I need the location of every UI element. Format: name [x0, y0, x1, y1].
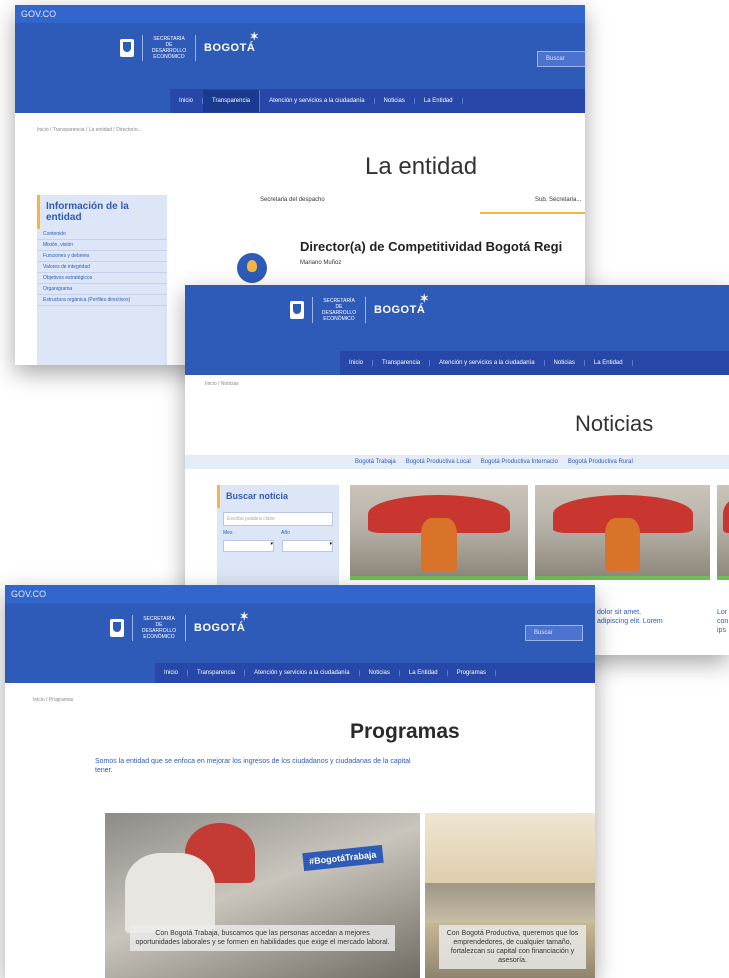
screenshot-programas: GOV.CO SECRETARÍA DE DESARROLLO ECONÓMIC…: [5, 585, 595, 978]
news-image[interactable]: [535, 485, 710, 580]
star-icon: ✶: [419, 293, 430, 305]
filter-productiva-local[interactable]: Bogotá Productiva Local: [406, 459, 471, 465]
secretaria-logo[interactable]: SECRETARÍA DE DESARROLLO ECONÓMICO: [151, 36, 187, 60]
site-header: SECRETARÍA DE DESARROLLO ECONÓMICO BOGOT…: [15, 23, 585, 113]
month-select[interactable]: ▾: [223, 540, 274, 552]
main-nav: Inicio Transparencia Atención y servicio…: [155, 663, 595, 683]
star-icon: ✶: [239, 611, 250, 623]
city-photo: [425, 883, 595, 923]
filter-bar: Bogotá Trabaja Bogotá Productiva Local B…: [185, 455, 729, 469]
program-description: Con Bogotá Trabaja, buscamos que las per…: [130, 925, 395, 951]
breadcrumb[interactable]: Inicio / Programas: [33, 697, 73, 703]
header-logos: SECRETARÍA DE DESARROLLO ECONÓMICO BOGOT…: [110, 611, 249, 641]
nav-item-entidad[interactable]: La Entidad: [585, 360, 633, 366]
escudo-icon: [290, 301, 304, 319]
tab-underline: [480, 212, 585, 214]
search-input[interactable]: Buscar: [525, 625, 583, 641]
nav-item-transparencia[interactable]: Transparencia: [373, 360, 431, 366]
star-icon: ✶: [249, 31, 260, 43]
secretaria-logo[interactable]: SECRETARÍA DE DESARROLLO ECONÓMICO: [141, 616, 177, 640]
year-select[interactable]: ▾: [282, 540, 333, 552]
govco-bar[interactable]: GOV.CO: [15, 5, 585, 23]
nav-item-programas[interactable]: Programas: [448, 670, 496, 676]
nav-item-transparencia[interactable]: Transparencia: [203, 90, 261, 112]
nav-item-entidad[interactable]: La Entidad: [415, 98, 463, 104]
tab-subsecretaria[interactable]: Sub. Secretaria...: [535, 197, 581, 203]
header-logos: SECRETARÍA DE DESARROLLO ECONÓMICO BOGOT…: [120, 31, 259, 61]
main-nav: Inicio Transparencia Atención y servicio…: [170, 89, 585, 113]
sidebar-item[interactable]: Organigrama: [37, 284, 167, 295]
site-header: SECRETARÍA DE DESARROLLO ECONÓMICO BOGOT…: [185, 285, 729, 375]
breadcrumb[interactable]: Inicio / Noticias: [205, 381, 239, 387]
filter-productiva-internacional[interactable]: Bogotá Productiva Internacio: [481, 459, 558, 465]
worker-photo: [125, 853, 215, 933]
news-snippet[interactable]: dolor sit amet, adipiscing elit. Lorem: [597, 608, 672, 626]
search-title: Buscar noticia: [217, 485, 339, 508]
news-search-panel: Buscar noticia Escriba palabra clave Mes…: [217, 485, 339, 585]
sidebar-item[interactable]: Contenido: [37, 229, 167, 240]
program-card-bogota-productiva[interactable]: Con Bogotá Productiva, queremos que los …: [425, 813, 595, 978]
person-name: Mariano Muñoz: [300, 260, 342, 266]
person-role: Director(a) de Competitividad Bogotá Reg…: [300, 239, 563, 254]
news-image[interactable]: [717, 485, 729, 580]
entity-sidebar: Información de la entidad Contenido Misi…: [37, 195, 167, 365]
breadcrumb[interactable]: Inicio / Transparencia / La entidad / Di…: [37, 127, 142, 133]
nav-item-inicio[interactable]: Inicio: [340, 360, 374, 366]
filter-bogota-trabaja[interactable]: Bogotá Trabaja: [355, 459, 396, 465]
program-hashtag: #BogotáTrabaja: [302, 844, 384, 872]
sidebar-item[interactable]: Valores de integridad: [37, 262, 167, 273]
nav-item-atencion[interactable]: Atención y servicios a la ciudadanía: [245, 670, 360, 676]
nav-item-noticias[interactable]: Noticias: [375, 98, 415, 104]
tab-secretaria[interactable]: Secretaria del despacho: [260, 197, 325, 203]
program-card-bogota-trabaja[interactable]: #BogotáTrabaja Con Bogotá Trabaja, busca…: [105, 813, 420, 978]
page-title: Programas: [350, 720, 460, 743]
secretaria-logo[interactable]: SECRETARÍA DE DESARROLLO ECONÓMICO: [321, 298, 357, 322]
nav-item-atencion[interactable]: Atención y servicios a la ciudadanía: [260, 98, 375, 104]
header-logos: SECRETARÍA DE DESARROLLO ECONÓMICO BOGOT…: [290, 293, 429, 323]
nav-item-inicio[interactable]: Inicio: [170, 98, 204, 104]
nav-item-inicio[interactable]: Inicio: [155, 670, 189, 676]
govco-bar[interactable]: GOV.CO: [5, 585, 595, 603]
site-header: SECRETARÍA DE DESARROLLO ECONÓMICO BOGOT…: [5, 603, 595, 683]
year-label: Año: [281, 530, 290, 536]
news-image[interactable]: [350, 485, 528, 580]
keyword-input[interactable]: Escriba palabra clave: [223, 512, 333, 526]
sidebar-title: Información de la entidad: [37, 195, 167, 229]
intro-text: Somos la entidad que se enfoca en mejora…: [95, 758, 411, 774]
search-input[interactable]: Buscar: [537, 51, 585, 67]
news-snippet[interactable]: Lor con ips: [717, 608, 729, 635]
page-title: La entidad: [365, 153, 478, 180]
bogota-logo[interactable]: BOGOTÁ ✶: [204, 31, 259, 54]
page-title: Noticias: [575, 411, 654, 436]
main-nav: Inicio Transparencia Atención y servicio…: [340, 351, 729, 375]
filter-productiva-rural[interactable]: Bogotá Productiva Rural: [568, 459, 633, 465]
nav-item-noticias[interactable]: Noticias: [360, 670, 400, 676]
escudo-icon: [120, 39, 134, 57]
sidebar-item[interactable]: Funciones y deberes: [37, 251, 167, 262]
bogota-logo[interactable]: BOGOTÁ ✶: [374, 293, 429, 316]
nav-item-entidad[interactable]: La Entidad: [400, 670, 448, 676]
nav-item-atencion[interactable]: Atención y servicios a la ciudadanía: [430, 360, 545, 366]
bogota-logo[interactable]: BOGOTÁ ✶: [194, 611, 249, 634]
nav-item-transparencia[interactable]: Transparencia: [188, 670, 246, 676]
month-label: Mes: [223, 530, 233, 536]
program-description: Con Bogotá Productiva, queremos que los …: [439, 925, 586, 969]
sidebar-item[interactable]: Estructura orgánica (Perfiles directivos…: [37, 295, 167, 306]
sidebar-item[interactable]: Objetivos estratégicos: [37, 273, 167, 284]
escudo-icon: [110, 619, 124, 637]
lightbulb-icon: [237, 253, 267, 283]
sidebar-item[interactable]: Misión, visión: [37, 240, 167, 251]
nav-item-noticias[interactable]: Noticias: [545, 360, 585, 366]
